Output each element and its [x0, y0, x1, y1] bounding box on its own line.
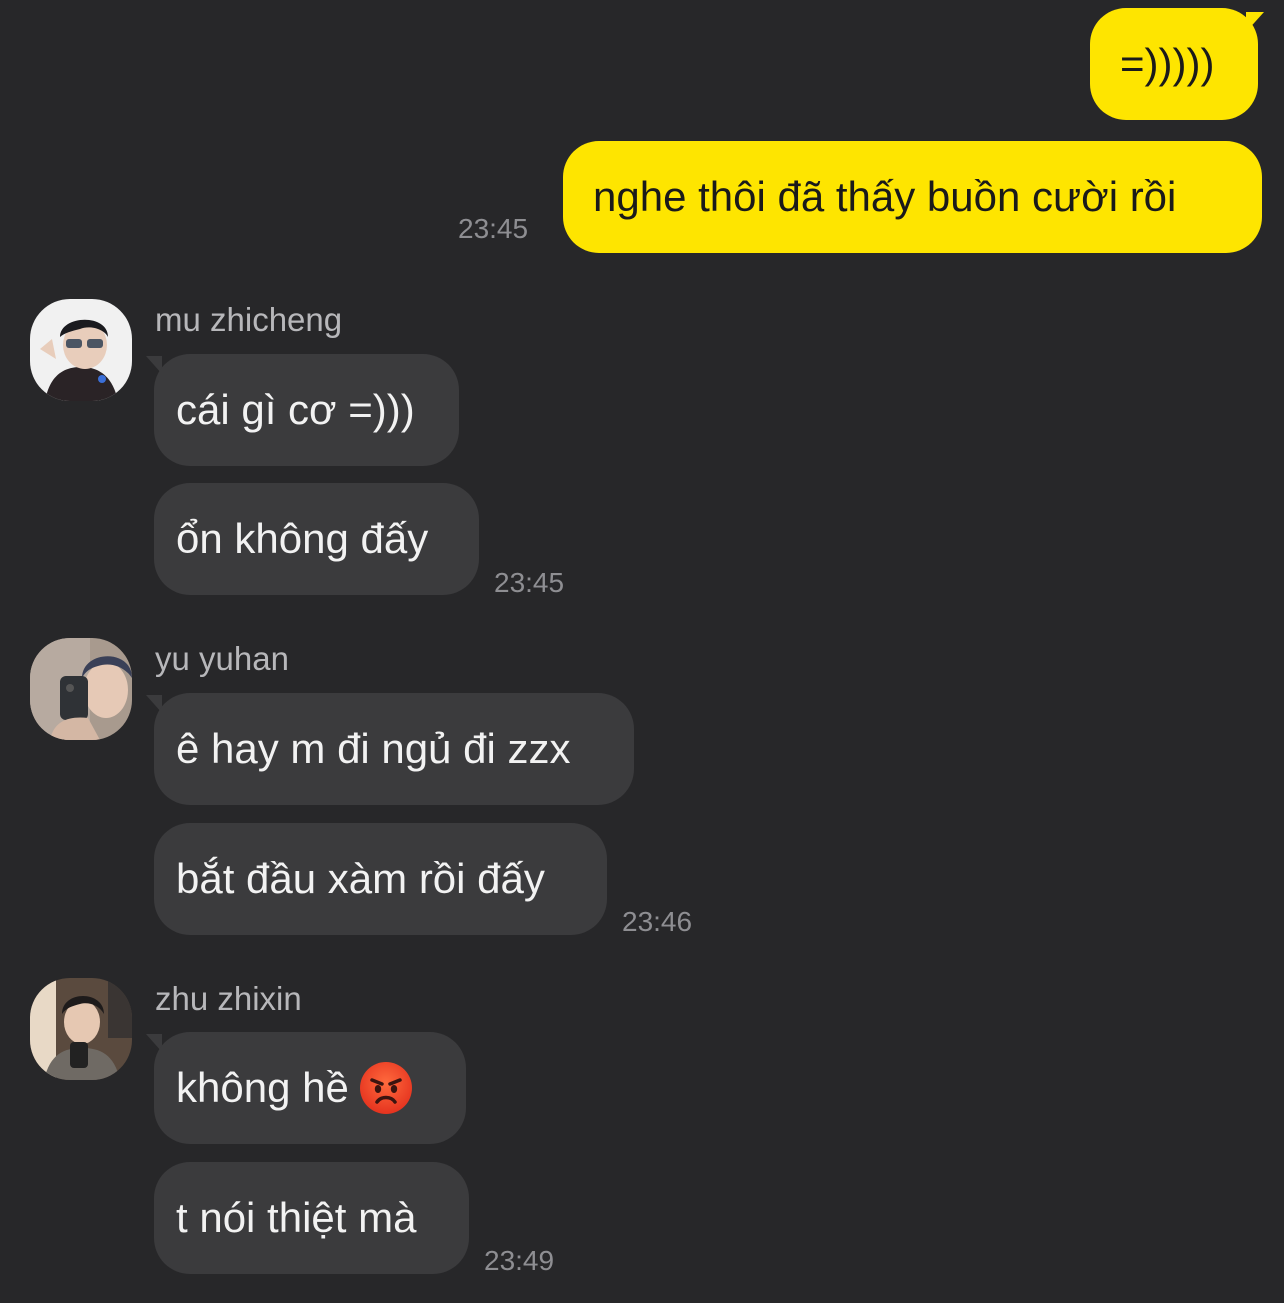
- message-timestamp: 23:46: [622, 906, 693, 937]
- sender-avatar[interactable]: [30, 978, 132, 1080]
- message-timestamp: 23:45: [458, 213, 529, 244]
- sender-avatar[interactable]: [30, 638, 132, 740]
- message-timestamp: 23:45: [494, 567, 565, 598]
- avatar-photo-icon: [30, 638, 132, 740]
- incoming-message[interactable]: không hề: [154, 1032, 466, 1144]
- incoming-message[interactable]: ê hay m đi ngủ đi zzx: [154, 693, 634, 805]
- angry-face-icon: [359, 1061, 412, 1114]
- incoming-message[interactable]: bắt đầu xàm rồi đấy: [154, 823, 607, 935]
- avatar-photo-icon: [30, 299, 132, 401]
- sender-name: yu yuhan: [155, 640, 289, 677]
- sender-avatar[interactable]: [30, 299, 132, 401]
- outgoing-message[interactable]: nghe thôi đã thấy buồn cười rồi: [563, 141, 1262, 253]
- incoming-message[interactable]: t nói thiệt mà: [154, 1162, 469, 1274]
- message-timestamp: 23:49: [484, 1245, 555, 1276]
- avatar-photo-icon: [30, 978, 132, 1080]
- sender-name: mu zhicheng: [155, 301, 343, 338]
- sender-name: zhu zhixin: [155, 980, 302, 1017]
- incoming-message[interactable]: cái gì cơ =))): [154, 354, 459, 466]
- bubble-tail: [1246, 12, 1264, 32]
- message-text: không hề: [176, 1064, 349, 1111]
- incoming-message[interactable]: ổn không đấy: [154, 483, 479, 595]
- outgoing-message[interactable]: =))))): [1090, 8, 1258, 120]
